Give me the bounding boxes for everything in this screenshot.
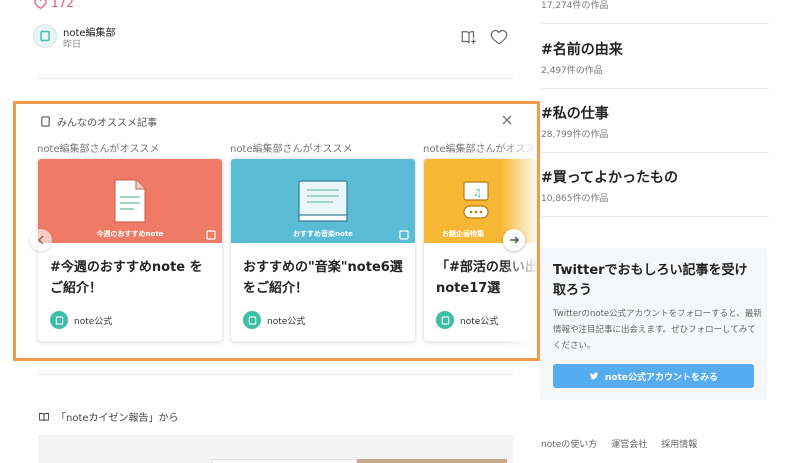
card-title[interactable]: #今週のおすすめnote をご紹介！ <box>38 243 222 307</box>
card-source: note編集部さんがオススメ <box>230 144 353 155</box>
chevron-left-icon <box>37 235 44 245</box>
note-mark-icon <box>206 230 216 240</box>
note-icon <box>41 116 50 127</box>
hashtag-name[interactable]: #私の仕事 <box>541 103 769 123</box>
heart-outline-icon <box>490 29 508 45</box>
hashtag-name[interactable]: #名前の由来 <box>541 39 769 59</box>
card-body[interactable]: 今週のおすすめnote #今週のおすすめnote をご紹介！ note公式 <box>37 158 223 342</box>
heart-icon <box>34 0 47 9</box>
post-author-row: note編集部 昨日 <box>33 24 513 50</box>
author-avatar <box>436 311 454 329</box>
card-author-name: note公式 <box>74 316 113 327</box>
author-avatar <box>50 311 68 329</box>
divider <box>541 216 769 217</box>
hashtag-count: 10,865件の作品 <box>541 194 609 204</box>
recommended-heading-text: みんなのオススメ記事 <box>57 118 157 129</box>
twitter-follow-panel: Twitterでおもしろい記事を受け取ろう Twitterのnote公式アカウン… <box>540 248 767 400</box>
card-author-name: note公式 <box>267 316 306 327</box>
hashtag-count: 28,799件の作品 <box>541 130 609 140</box>
card-thumbnail[interactable]: 今週のおすすめnote <box>38 159 222 243</box>
divider <box>541 152 769 153</box>
hashtag-name[interactable]: #買ってよかったもの <box>541 167 769 187</box>
carousel-prev-button[interactable] <box>30 229 52 251</box>
author-avatar <box>243 311 261 329</box>
note-logo-icon <box>441 315 449 325</box>
close-button[interactable] <box>499 112 515 128</box>
card-source: note編集部さんがオススメ <box>37 144 160 155</box>
card-title[interactable]: おすすめの"音楽"note6選をご紹介！ <box>231 243 415 307</box>
kaizen-card-image[interactable] <box>357 459 507 463</box>
note-logo-icon <box>55 315 63 325</box>
like-button[interactable] <box>488 26 510 48</box>
footer-link[interactable]: 採用情報 <box>661 437 697 450</box>
footer-link[interactable]: noteの使い方 <box>541 437 597 450</box>
carousel-next-button[interactable] <box>503 229 525 251</box>
svg-text:♫: ♫ <box>473 188 482 199</box>
divider <box>38 374 513 375</box>
divider <box>541 23 769 24</box>
article-card-1[interactable]: note編集部さんがオススメ 今週のおすすめnote #今週のおすすめnote … <box>37 140 223 342</box>
twitter-panel-description: Twitterのnote公式アカウントをフォローすると、最新情報や注目記事に出会… <box>553 309 762 351</box>
like-count[interactable]: 172 <box>34 0 74 10</box>
thumbnail-caption: 今週のおすすめnote <box>96 230 164 238</box>
thumbnail-caption: おすすめ音楽note <box>293 230 353 238</box>
like-count-value: 172 <box>51 0 74 10</box>
card-author[interactable]: note公式 <box>243 311 305 329</box>
divider <box>38 78 513 79</box>
note-logo-icon <box>248 315 256 325</box>
kaizen-label: 「noteカイゼン報告」から <box>56 413 179 424</box>
author-avatar[interactable] <box>33 24 57 48</box>
magazine-add-icon <box>461 31 476 44</box>
divider <box>541 88 769 89</box>
footer-link[interactable]: 運営会社 <box>611 437 647 450</box>
article-card-2[interactable]: note編集部さんがオススメ おすすめ音楽note おすすめの"音楽"note6… <box>230 140 416 342</box>
recommended-articles-section: みんなのオススメ記事 note編集部さんがオススメ 今週のおすすめnote #今… <box>13 101 540 361</box>
card-author[interactable]: note公式 <box>50 311 112 329</box>
hashtag-item[interactable]: #名前の由来 2,497件の作品 <box>541 39 769 76</box>
post-date: 昨日 <box>63 40 82 50</box>
follow-twitter-button[interactable]: note公式アカウントをみる <box>553 364 754 388</box>
card-author-name: note公式 <box>460 316 499 327</box>
kaizen-preview[interactable] <box>38 435 513 463</box>
hashtag-count: 2,497件の作品 <box>541 66 603 76</box>
close-icon <box>502 115 512 125</box>
hashtag-item-count: 17,274件の作品 <box>541 0 769 11</box>
document-icon <box>114 179 146 223</box>
card-thumbnail[interactable]: おすすめ音楽note <box>231 159 415 243</box>
recommended-heading: みんなのオススメ記事 <box>40 114 157 129</box>
hashtag-count: 17,274件の作品 <box>541 1 609 11</box>
card-author[interactable]: note公式 <box>436 311 498 329</box>
screen-chat-icon: ♫ <box>463 181 489 219</box>
note-logo-icon <box>40 30 50 42</box>
twitter-bird-icon <box>589 372 599 380</box>
kaizen-section-heading: 「noteカイゼン報告」から <box>38 409 179 424</box>
kaizen-card[interactable] <box>212 459 357 463</box>
hashtag-item[interactable]: #私の仕事 28,799件の作品 <box>541 103 769 140</box>
note-mark-icon <box>399 230 409 240</box>
arrow-right-icon <box>510 236 520 244</box>
add-to-magazine-button[interactable] <box>458 26 480 48</box>
twitter-panel-title: Twitterでおもしろい記事を受け取ろう <box>553 263 748 298</box>
magazine-icon <box>39 412 49 421</box>
footer-links: noteの使い方 運営会社 採用情報 <box>541 437 697 450</box>
book-icon <box>298 180 348 222</box>
follow-twitter-label: note公式アカウントをみる <box>605 372 718 383</box>
card-body[interactable]: おすすめ音楽note おすすめの"音楽"note6選をご紹介！ note公式 <box>230 158 416 342</box>
hashtag-item[interactable]: #買ってよかったもの 10,865件の作品 <box>541 167 769 204</box>
